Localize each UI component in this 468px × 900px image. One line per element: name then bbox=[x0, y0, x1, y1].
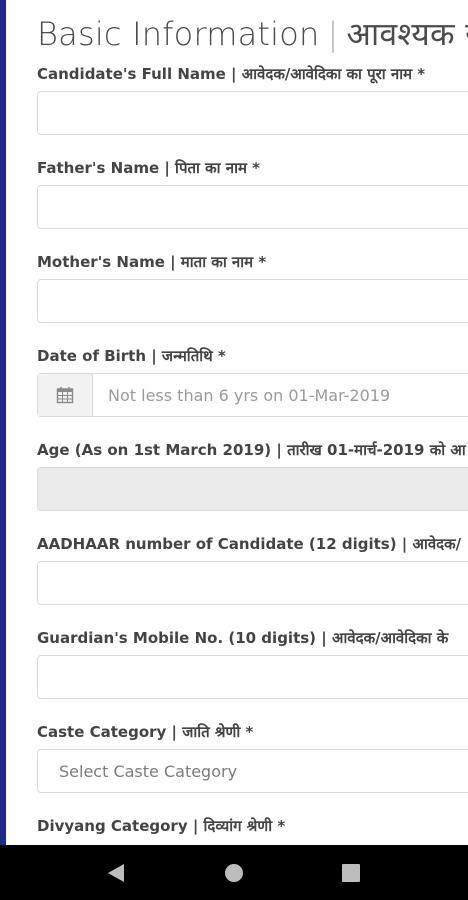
father-name-label: Father's Name | पिता का नाम * bbox=[37, 159, 260, 177]
form-content: Basic Information|आवश्यक स Candidate's F… bbox=[37, 0, 468, 845]
caste-label: Caste Category | जाति श्रेणी * bbox=[37, 723, 254, 741]
age-readonly-field bbox=[37, 467, 468, 511]
mother-name-input[interactable] bbox=[37, 279, 468, 323]
dob-input[interactable]: Not less than 6 yrs on 01-Mar-2019 bbox=[37, 373, 468, 417]
left-accent-bar bbox=[0, 0, 6, 845]
full-name-label: Candidate's Full Name | आवेदक/आवेदिका का… bbox=[37, 65, 426, 83]
father-name-input[interactable] bbox=[37, 185, 468, 229]
aadhaar-input[interactable] bbox=[37, 561, 468, 605]
caste-select[interactable]: Select Caste Category bbox=[37, 749, 468, 793]
full-name-input[interactable] bbox=[37, 91, 468, 135]
aadhaar-label: AADHAAR number of Candidate (12 digits) … bbox=[37, 535, 462, 553]
dob-label: Date of Birth | जन्मतिथि * bbox=[37, 347, 226, 365]
home-button[interactable] bbox=[204, 845, 264, 900]
section-title-hindi: आवश्यक स bbox=[346, 15, 468, 53]
age-label: Age (As on 1st March 2019) | तारीख 01-मा… bbox=[37, 441, 466, 459]
calendar-icon bbox=[56, 387, 74, 404]
back-triangle-icon bbox=[108, 863, 124, 882]
recents-square-icon bbox=[342, 863, 360, 882]
caste-placeholder: Select Caste Category bbox=[59, 762, 238, 781]
dob-placeholder: Not less than 6 yrs on 01-Mar-2019 bbox=[108, 386, 391, 405]
home-circle-icon bbox=[225, 863, 243, 882]
mobile-input[interactable] bbox=[37, 655, 468, 699]
section-heading: Basic Information|आवश्यक स bbox=[37, 12, 468, 55]
mother-name-label: Mother's Name | माता का नाम * bbox=[37, 253, 267, 271]
calendar-addon[interactable] bbox=[38, 374, 93, 416]
heading-separator: | bbox=[327, 15, 339, 53]
section-title: Basic Information bbox=[37, 15, 320, 53]
divyang-label: Divyang Category | दिव्यांग श्रेणी * bbox=[37, 817, 286, 835]
android-nav-bar bbox=[0, 845, 468, 900]
back-button[interactable] bbox=[86, 845, 146, 900]
recents-button[interactable] bbox=[321, 845, 381, 900]
mobile-label: Guardian's Mobile No. (10 digits) | आवेद… bbox=[37, 629, 449, 647]
